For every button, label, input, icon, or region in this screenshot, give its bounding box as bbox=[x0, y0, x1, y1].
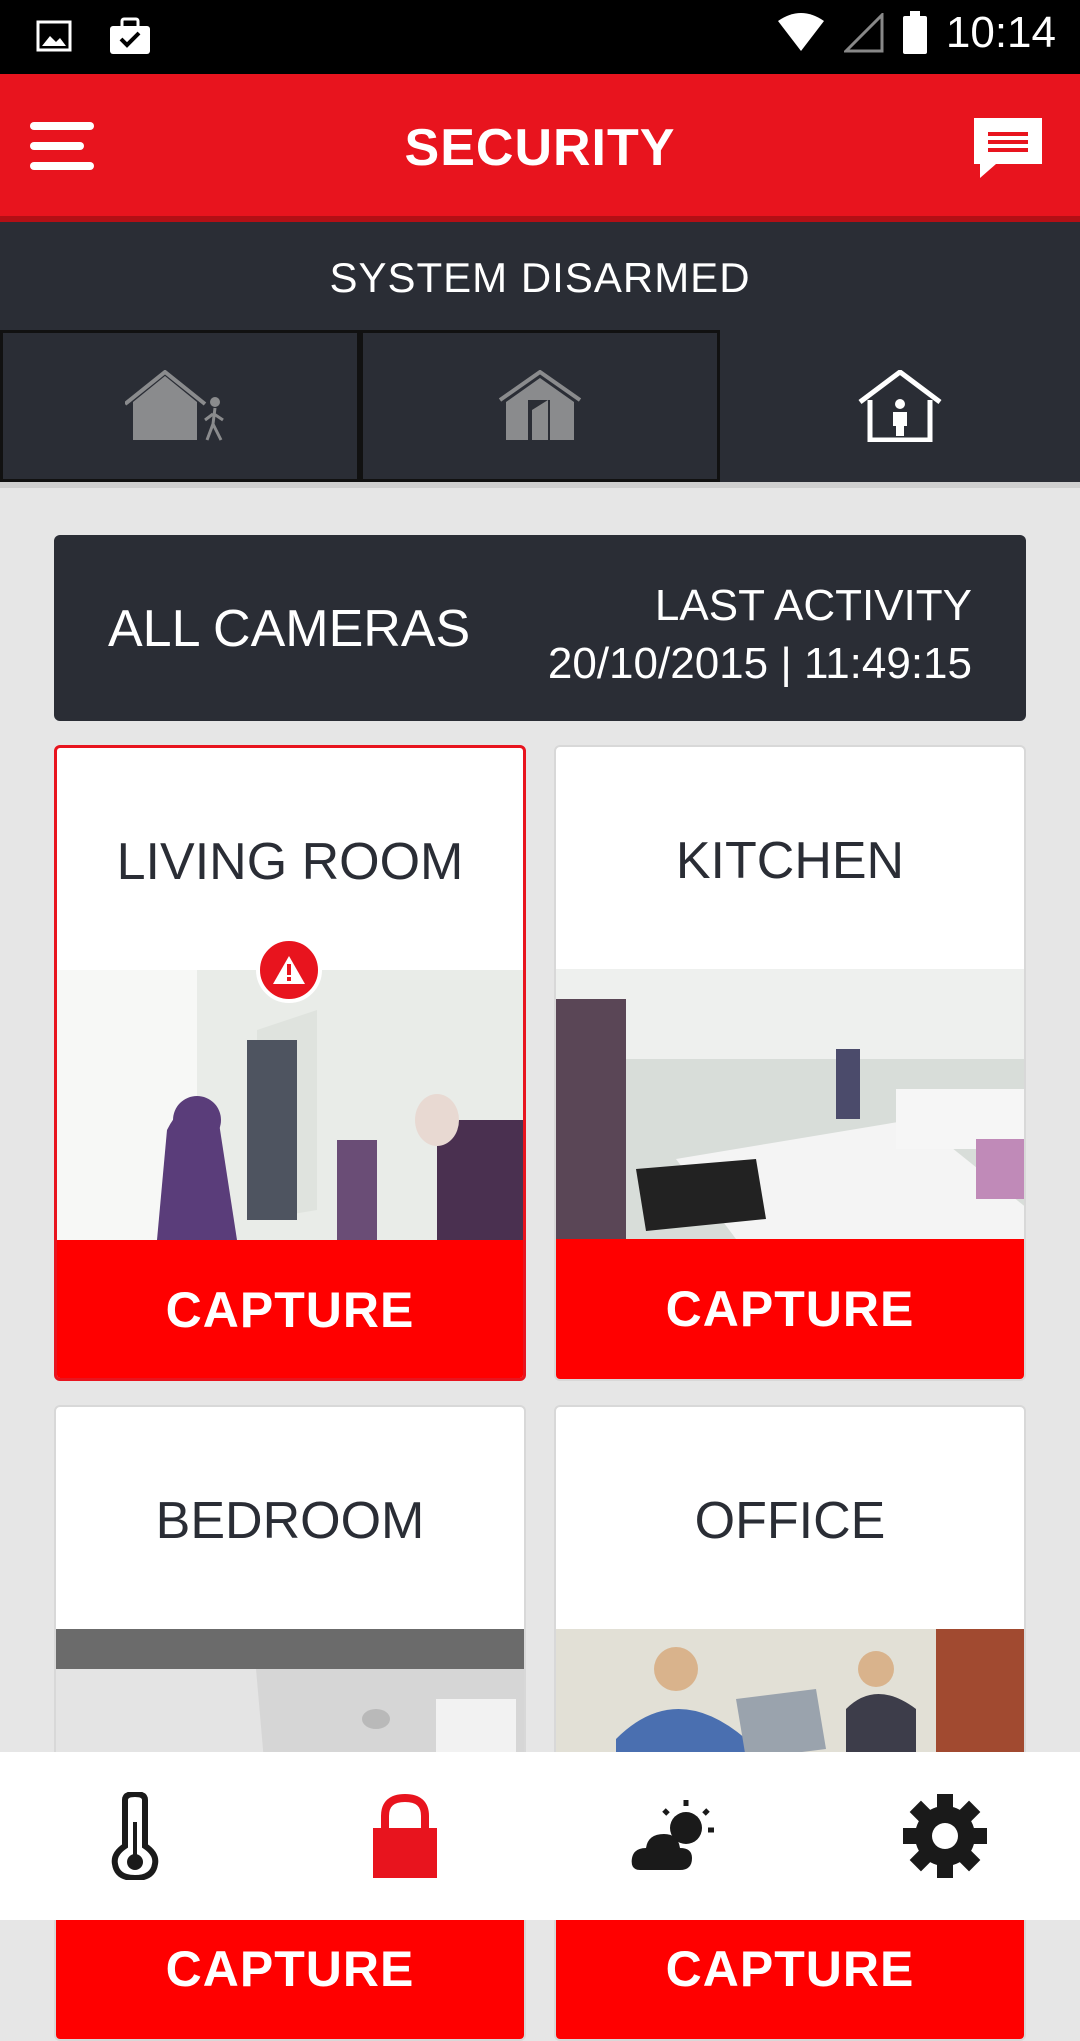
capture-button[interactable]: CAPTURE bbox=[556, 1899, 1024, 2039]
camera-card-bedroom[interactable]: BEDROOM CAPTURE bbox=[54, 1405, 526, 2041]
briefcase-check-icon bbox=[110, 17, 150, 54]
wifi-icon bbox=[777, 13, 824, 51]
mode-disarmed-button[interactable] bbox=[720, 330, 1080, 482]
cameras-header[interactable]: ALL CAMERAS LAST ACTIVITY 20/10/2015 | 1… bbox=[54, 535, 1026, 721]
last-activity-label: LAST ACTIVITY bbox=[654, 581, 972, 630]
house-stay-icon bbox=[498, 370, 582, 440]
mode-stay-button[interactable] bbox=[360, 330, 720, 482]
camera-card-living-room[interactable]: LIVING ROOM CAPTURE bbox=[54, 745, 526, 1381]
camera-name: OFFICE bbox=[694, 1492, 886, 1550]
last-activity-value: 20/10/2015 | 11:49:15 bbox=[547, 639, 972, 688]
nav-security[interactable] bbox=[270, 1752, 540, 1920]
camera-feed-image[interactable] bbox=[556, 969, 1026, 1239]
camera-card-kitchen[interactable]: KITCHEN CAPTURE bbox=[554, 745, 1026, 1381]
gear-icon bbox=[903, 1794, 987, 1878]
camera-name: LIVING ROOM bbox=[116, 833, 464, 891]
camera-card-office[interactable]: OFFICE CAPTURE bbox=[554, 1405, 1026, 2041]
message-icon[interactable] bbox=[974, 118, 1042, 180]
signal-icon bbox=[843, 13, 884, 53]
camera-feed-image[interactable] bbox=[57, 970, 526, 1240]
mode-away-button[interactable] bbox=[0, 330, 360, 482]
capture-button[interactable]: CAPTURE bbox=[56, 1899, 524, 2039]
page-title: SECURITY bbox=[404, 119, 676, 177]
nav-climate[interactable] bbox=[0, 1752, 270, 1920]
all-cameras-label: ALL CAMERAS bbox=[108, 600, 471, 658]
capture-button[interactable]: CAPTURE bbox=[556, 1239, 1024, 1379]
arm-status-text: SYSTEM DISARMED bbox=[329, 254, 751, 301]
warning-icon bbox=[273, 956, 305, 984]
lock-icon bbox=[373, 1794, 437, 1878]
weather-icon bbox=[631, 1800, 714, 1870]
camera-name: BEDROOM bbox=[155, 1492, 425, 1550]
image-notification-icon bbox=[36, 20, 72, 52]
app-header: SECURITY bbox=[0, 74, 1080, 222]
clock: 10:14 bbox=[945, 8, 1056, 57]
bottom-navigation bbox=[0, 1752, 1080, 1920]
capture-button[interactable]: CAPTURE bbox=[57, 1240, 523, 1378]
battery-icon bbox=[902, 11, 927, 54]
nav-weather[interactable] bbox=[540, 1752, 810, 1920]
nav-settings[interactable] bbox=[810, 1752, 1080, 1920]
house-home-icon bbox=[858, 370, 942, 442]
status-bar: 10:14 bbox=[0, 0, 1080, 74]
house-away-icon bbox=[125, 370, 224, 441]
camera-name: KITCHEN bbox=[675, 832, 905, 890]
arm-mode-selector bbox=[0, 330, 1080, 488]
alert-badge bbox=[256, 937, 322, 1003]
last-activity: LAST ACTIVITY 20/10/2015 | 11:49:15 bbox=[548, 577, 972, 693]
arm-status-bar: SYSTEM DISARMED bbox=[0, 222, 1080, 332]
thermometer-icon bbox=[111, 1792, 159, 1880]
